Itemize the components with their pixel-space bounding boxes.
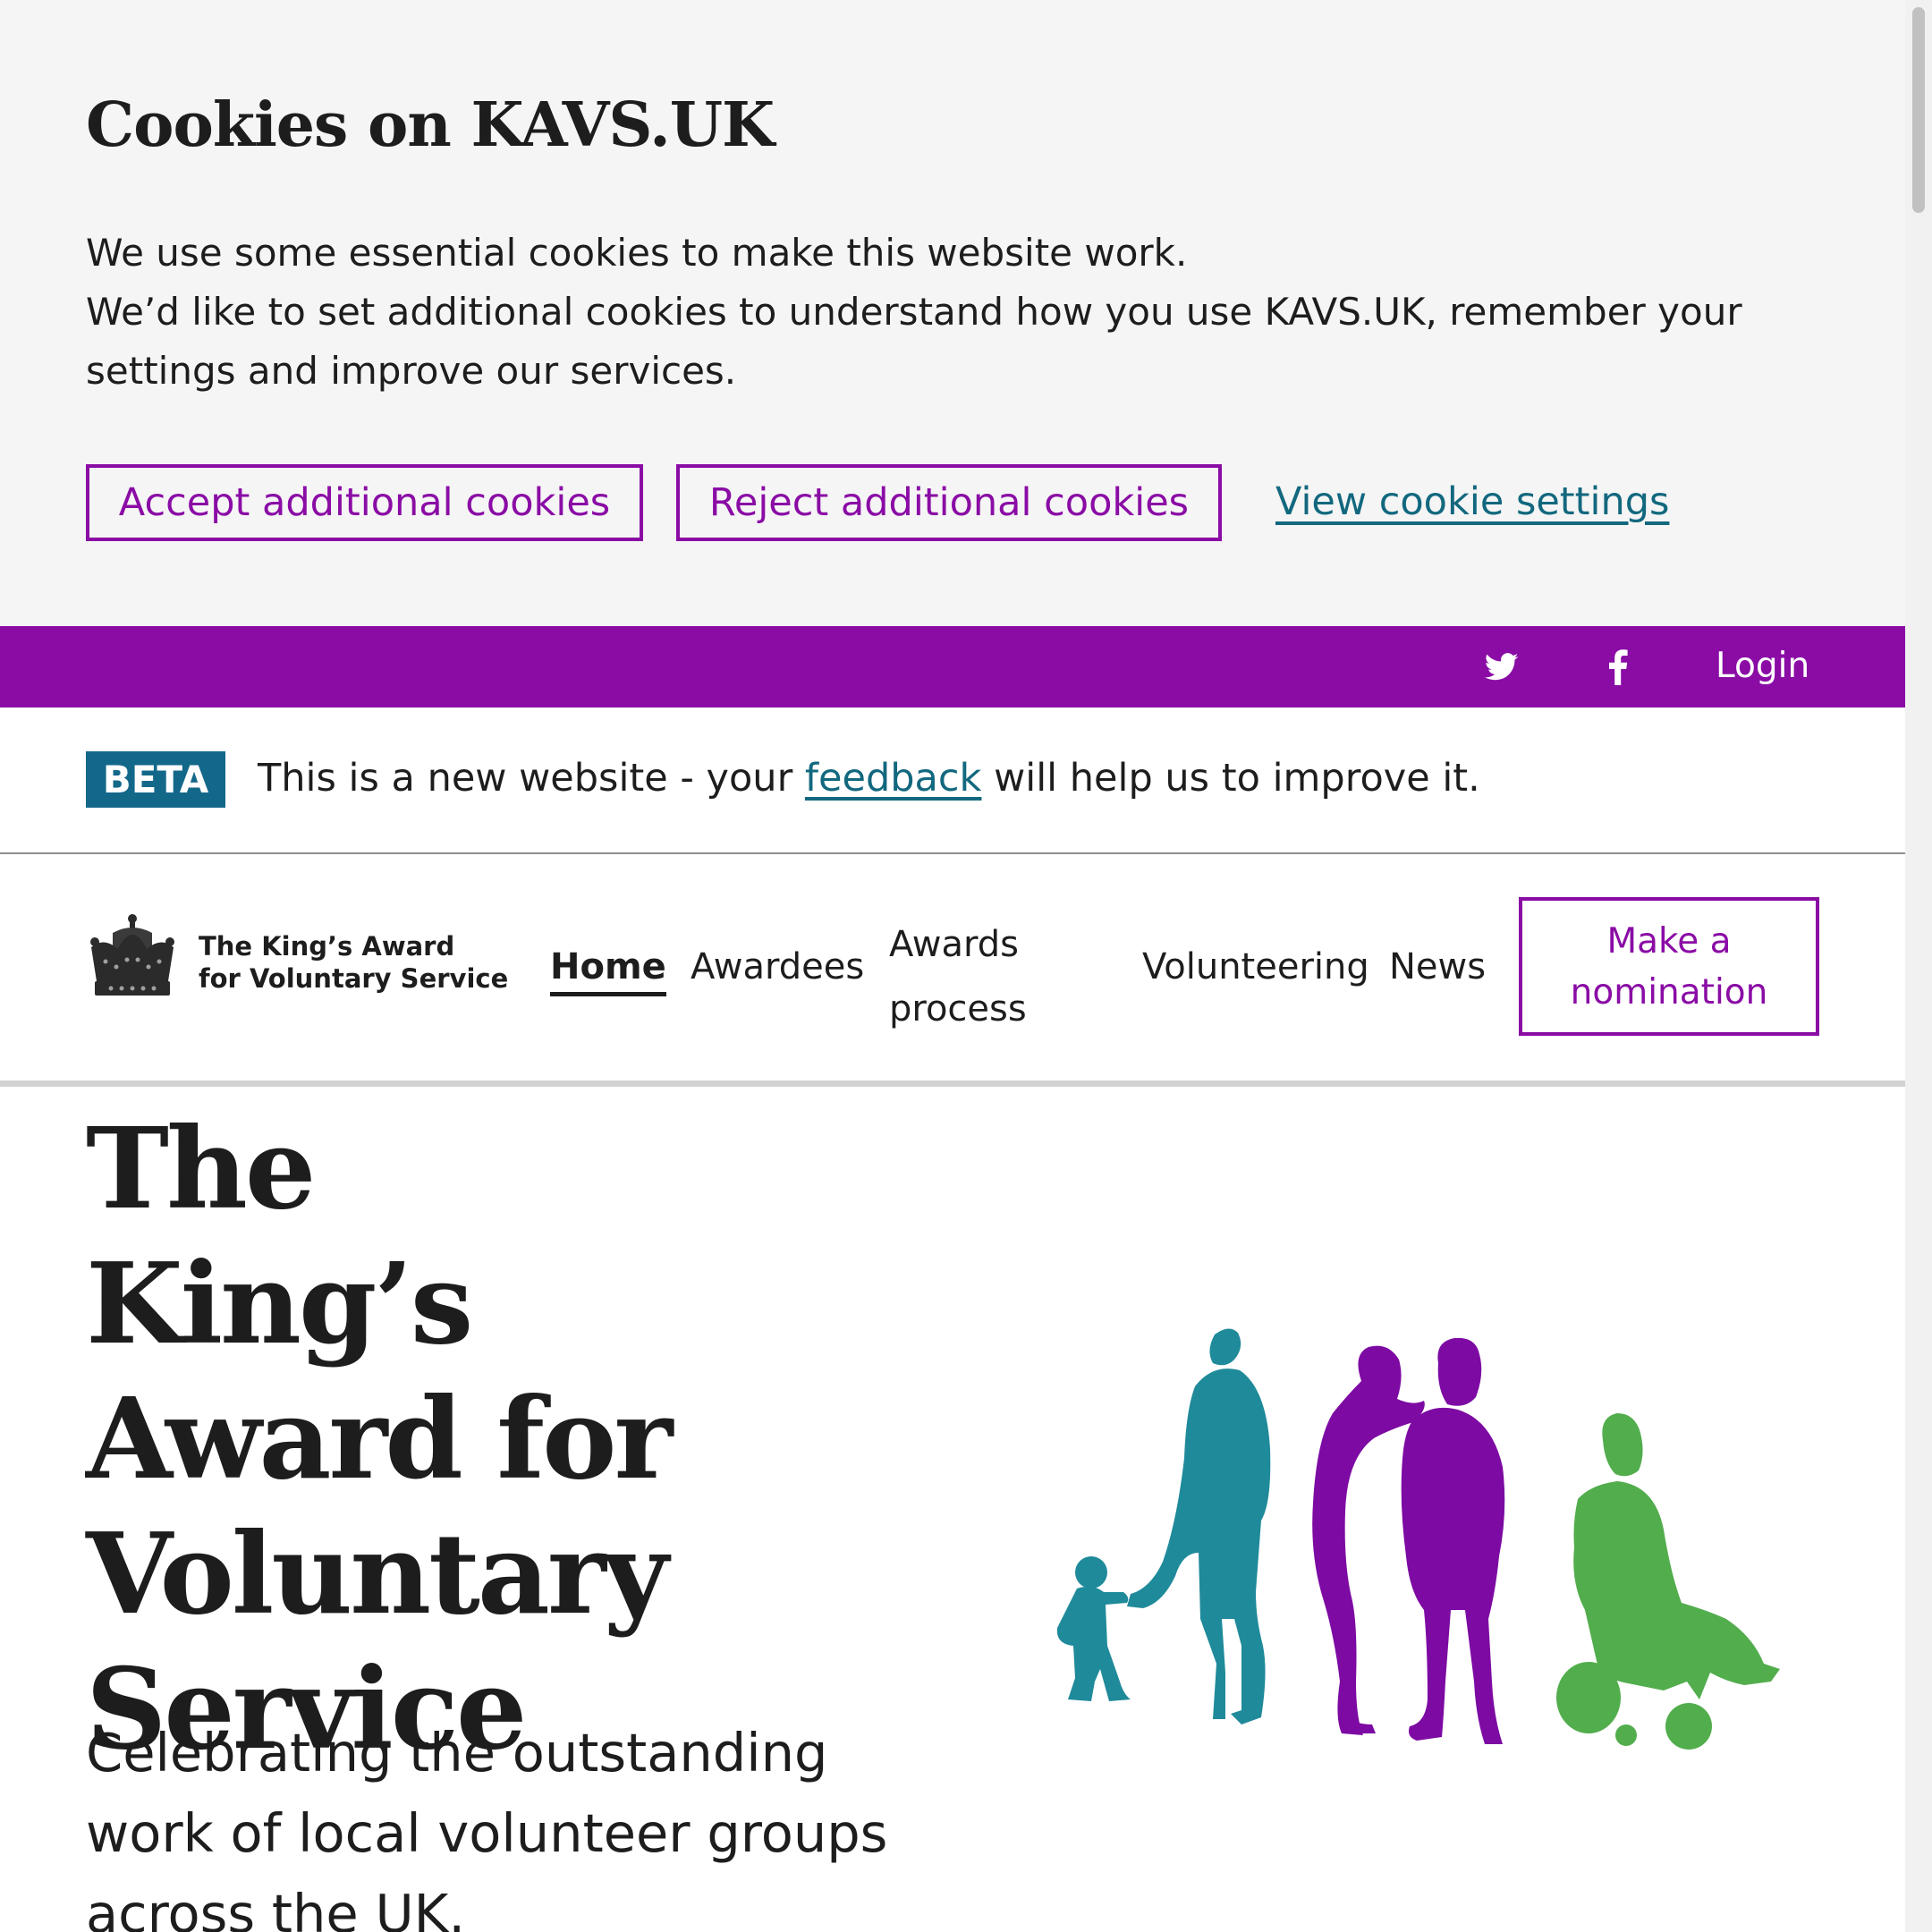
logo-text-line-1: The King’s Award (199, 931, 455, 962)
nav-awardees[interactable]: Awardees (691, 946, 864, 987)
page-scrollbar[interactable] (1905, 0, 1932, 1932)
logo-text-line-2: for Voluntary Service (199, 963, 509, 994)
facebook-icon[interactable] (1608, 649, 1628, 685)
adult-figure (1127, 1328, 1271, 1724)
cookie-banner: Cookies on KAVS.UK We use some essential… (0, 0, 1905, 626)
people-silhouettes-illustration (1056, 1328, 1780, 1750)
wheelchair-figure (1556, 1413, 1780, 1750)
beta-text-before: This is a new website - your (258, 756, 805, 801)
beta-text-after: will help us to improve it. (981, 756, 1480, 801)
cookie-banner-text-essential: We use some essential cookies to make th… (86, 231, 1188, 275)
crown-icon (90, 914, 174, 996)
view-cookie-settings-link[interactable]: View cookie settings (1275, 479, 1669, 524)
utility-bar: Login (0, 626, 1905, 708)
cookie-banner-text-additional: We’d like to set additional cookies to u… (86, 290, 1742, 393)
accept-cookies-button[interactable]: Accept additional cookies (86, 464, 643, 541)
make-nomination-button[interactable]: Make a nomination (1519, 897, 1819, 1036)
beta-message: This is a new website - your feedback wi… (258, 756, 1480, 801)
site-header: The King’s Award for Voluntary Service H… (0, 854, 1905, 1087)
man-figure (1401, 1337, 1505, 1744)
twitter-icon[interactable] (1485, 651, 1519, 683)
cookie-banner-title: Cookies on KAVS.UK (86, 89, 775, 161)
beta-tag: BETA (86, 751, 225, 808)
nav-news[interactable]: News (1389, 946, 1486, 987)
feedback-link[interactable]: feedback (805, 756, 982, 801)
nav-home[interactable]: Home (550, 946, 666, 996)
nav-volunteering[interactable]: Volunteering (1142, 946, 1369, 987)
scrollbar-thumb[interactable] (1912, 7, 1925, 213)
page: Cookies on KAVS.UK We use some essential… (0, 0, 1905, 1932)
hero-subtitle: Celebrating the outstanding work of loca… (86, 1722, 888, 1932)
site-logo[interactable]: The King’s Award for Voluntary Service (86, 913, 509, 1003)
child-figure (1056, 1556, 1131, 1701)
nav-awards-process[interactable]: Awards process (889, 912, 1068, 1041)
hero-title: The King’s Award for Voluntary Service (86, 1104, 673, 1775)
beta-banner: BETA This is a new website - your feedba… (0, 708, 1905, 854)
login-link[interactable]: Login (1716, 646, 1809, 686)
reject-cookies-button[interactable]: Reject additional cookies (676, 464, 1222, 541)
